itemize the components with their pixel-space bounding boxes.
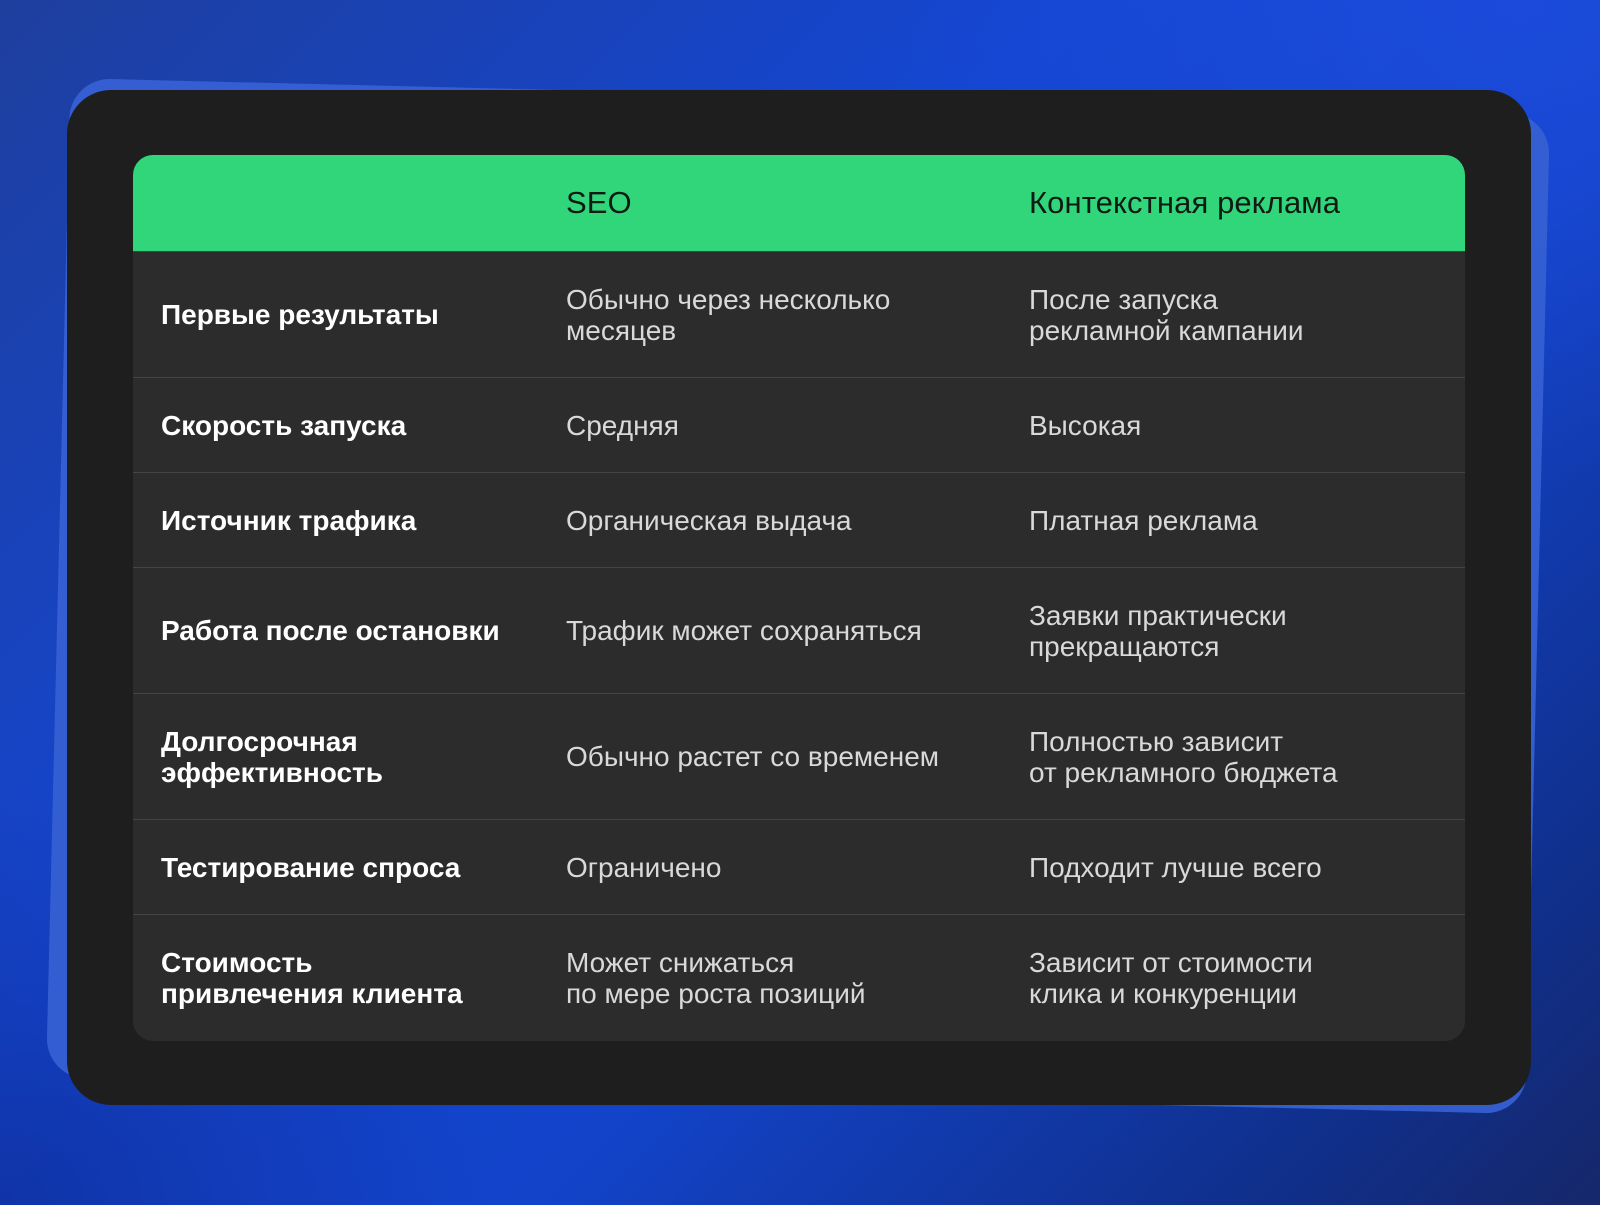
row-label: Работа после остановки <box>161 615 500 646</box>
seo-value: Обычно растет со временем <box>566 741 940 772</box>
context-ads-value: Зависит от стоимости клика и конкуренции <box>1029 946 1313 1009</box>
table-row: Работа после остановки Трафик может сохр… <box>133 567 1465 693</box>
table-row: Скорость запуска Средняя Высокая <box>133 377 1465 472</box>
row-label: Первые результаты <box>161 299 439 330</box>
context-ads-value: Высокая <box>1029 409 1142 441</box>
seo-value: Ограничено <box>566 851 722 883</box>
seo-value: Органическая выдача <box>566 504 852 536</box>
table-row: Стоимость привлечения клиента Может сниж… <box>133 914 1465 1040</box>
seo-value: Трафик может сохраняться <box>566 615 922 646</box>
comparison-table: SEO Контекстная реклама Первые результат… <box>133 155 1465 1041</box>
table-row: Долгосрочная эффективность Обычно растет… <box>133 693 1465 819</box>
table-header: SEO Контекстная реклама <box>133 155 1465 251</box>
table-row: Тестирование спроса Ограничено Подходит … <box>133 819 1465 914</box>
context-ads-value: Полностью зависит от рекламного бюджета <box>1029 725 1338 788</box>
context-ads-value: Подходит лучше всего <box>1029 851 1322 883</box>
seo-value: Может снижаться по мере роста позиций <box>566 946 866 1009</box>
row-label: Скорость запуска <box>161 409 407 441</box>
context-ads-value: Заявки практически прекращаются <box>1029 599 1287 662</box>
context-ads-value: Платная реклама <box>1029 504 1258 536</box>
row-label: Долгосрочная эффективность <box>161 725 383 788</box>
header-seo: SEO <box>566 185 632 220</box>
seo-value: Средняя <box>566 409 679 441</box>
header-empty-cell <box>161 155 541 251</box>
context-ads-value: После запуска рекламной кампании <box>1029 283 1304 346</box>
row-label: Тестирование спроса <box>161 851 461 883</box>
seo-value: Обычно через несколько месяцев <box>566 283 891 346</box>
table-row: Первые результаты Обычно через несколько… <box>133 251 1465 377</box>
comparison-card: SEO Контекстная реклама Первые результат… <box>67 90 1531 1105</box>
row-label: Стоимость привлечения клиента <box>161 946 463 1009</box>
table-row: Источник трафика Органическая выдача Пла… <box>133 472 1465 567</box>
header-context-ads: Контекстная реклама <box>1029 185 1341 220</box>
row-label: Источник трафика <box>161 504 417 536</box>
